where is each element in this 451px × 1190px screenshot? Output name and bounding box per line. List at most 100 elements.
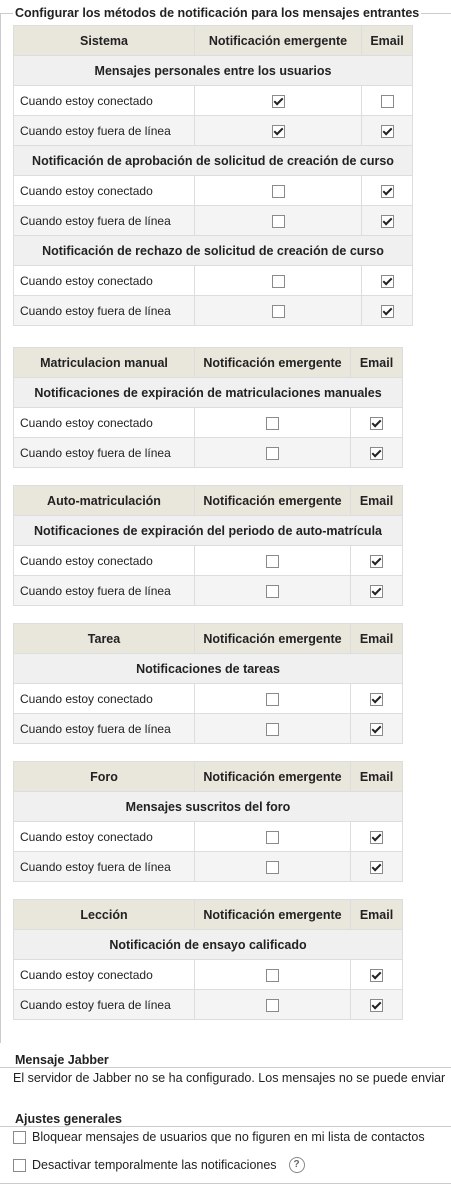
popup-cell xyxy=(194,205,362,236)
notification-table: Auto-matriculación Notificación emergente… xyxy=(13,485,403,606)
popup-offline-checkbox[interactable] xyxy=(266,998,279,1012)
message-type-title: Notificaciones de expiración del periodo… xyxy=(13,515,403,546)
table-row: Cuando estoy conectado xyxy=(13,407,403,438)
popup-offline-checkbox[interactable] xyxy=(266,584,279,598)
popup-online-checkbox[interactable] xyxy=(271,94,285,108)
table-row: Cuando estoy conectado xyxy=(13,85,413,116)
popup-offline-checkbox[interactable] xyxy=(266,860,279,874)
message-type-row: Notificaciones de tareas xyxy=(13,653,403,684)
email-offline-checkbox[interactable] xyxy=(370,722,383,736)
provider-header: Sistema xyxy=(13,25,195,56)
popup-cell xyxy=(194,437,351,468)
state-label: Cuando estoy fuera de línea xyxy=(13,437,195,468)
popup-cell xyxy=(194,959,351,990)
message-type-title: Notificaciones de expiración de matricul… xyxy=(13,377,403,408)
popup-offline-checkbox[interactable] xyxy=(271,124,285,138)
table-header-row: Auto-matriculación Notificación emergente… xyxy=(13,485,403,516)
fieldset-border-left xyxy=(0,13,1,1043)
popup-offline-checkbox[interactable] xyxy=(266,722,279,736)
email-column-header: Email xyxy=(350,761,403,792)
popup-column-header: Notificación emergente xyxy=(194,899,351,930)
state-label: Cuando estoy conectado xyxy=(13,407,195,438)
email-offline-checkbox[interactable] xyxy=(370,446,383,460)
email-online-checkbox[interactable] xyxy=(380,184,394,198)
provider-header: Foro xyxy=(13,761,195,792)
email-column-header: Email xyxy=(350,347,403,378)
popup-column-header: Notificación emergente xyxy=(194,25,362,56)
popup-online-checkbox[interactable] xyxy=(266,692,279,706)
popup-online-checkbox[interactable] xyxy=(266,554,279,568)
email-offline-checkbox[interactable] xyxy=(380,214,394,228)
disable-notifications-option: Desactivar temporalmente las notificacio… xyxy=(13,1157,305,1173)
provider-header: Matriculacion manual xyxy=(13,347,195,378)
state-label: Cuando estoy fuera de línea xyxy=(13,575,195,606)
email-online-checkbox[interactable] xyxy=(370,968,383,982)
notification-table: Tarea Notificación emergente Email Notifica… xyxy=(13,623,403,744)
email-cell xyxy=(350,407,403,438)
popup-offline-checkbox[interactable] xyxy=(266,446,279,460)
popup-online-checkbox[interactable] xyxy=(271,184,285,198)
table-row: Cuando estoy conectado xyxy=(13,821,403,852)
popup-online-checkbox[interactable] xyxy=(266,968,279,982)
email-cell xyxy=(350,821,403,852)
popup-online-checkbox[interactable] xyxy=(271,274,285,288)
email-offline-checkbox[interactable] xyxy=(370,584,383,598)
email-cell xyxy=(350,683,403,714)
popup-online-checkbox[interactable] xyxy=(266,416,279,430)
state-label: Cuando estoy fuera de línea xyxy=(13,205,195,236)
provider-header: Lección xyxy=(13,899,195,930)
table-header-row: Sistema Notificación emergente Email xyxy=(13,25,413,56)
email-column-header: Email xyxy=(350,899,403,930)
state-label: Cuando estoy fuera de línea xyxy=(13,295,195,326)
state-label: Cuando estoy conectado xyxy=(13,821,195,852)
state-label: Cuando estoy fuera de línea xyxy=(13,713,195,744)
table-header-row: Foro Notificación emergente Email xyxy=(13,761,403,792)
block-unknown-option: Bloquear mensajes de usuarios que no fig… xyxy=(13,1130,425,1144)
table-row: Cuando estoy fuera de línea xyxy=(13,713,403,744)
state-label: Cuando estoy conectado xyxy=(13,85,195,116)
disable-notifications-checkbox[interactable] xyxy=(13,1158,26,1172)
email-online-checkbox[interactable] xyxy=(370,692,383,706)
notification-table: Sistema Notificación emergente Email Mensaj… xyxy=(13,25,413,326)
email-offline-checkbox[interactable] xyxy=(370,860,383,874)
message-type-row: Mensajes suscritos del foro xyxy=(13,791,403,822)
table-row: Cuando estoy fuera de línea xyxy=(13,115,413,146)
email-cell xyxy=(361,85,413,116)
email-column-header: Email xyxy=(350,485,403,516)
jabber-divider xyxy=(0,1067,451,1068)
email-column-header: Email xyxy=(361,25,413,56)
popup-online-checkbox[interactable] xyxy=(266,830,279,844)
table-row: Cuando estoy fuera de línea xyxy=(13,437,403,468)
state-label: Cuando estoy conectado xyxy=(13,959,195,990)
jabber-message: El servidor de Jabber no se ha configura… xyxy=(13,1071,446,1085)
help-icon[interactable]: ? xyxy=(288,1157,305,1173)
email-offline-checkbox[interactable] xyxy=(370,998,383,1012)
popup-offline-checkbox[interactable] xyxy=(271,304,285,318)
table-header-row: Matriculacion manual Notificación emergen… xyxy=(13,347,403,378)
state-label: Cuando estoy fuera de línea xyxy=(13,989,195,1020)
email-online-checkbox[interactable] xyxy=(370,830,383,844)
email-online-checkbox[interactable] xyxy=(370,554,383,568)
email-online-checkbox[interactable] xyxy=(380,94,394,108)
email-online-checkbox[interactable] xyxy=(370,416,383,430)
popup-cell xyxy=(194,821,351,852)
email-cell xyxy=(350,713,403,744)
email-offline-checkbox[interactable] xyxy=(380,124,394,138)
disable-notifications-label: Desactivar temporalmente las notificacio… xyxy=(32,1158,277,1172)
message-type-title: Mensajes suscritos del foro xyxy=(13,791,403,822)
popup-cell xyxy=(194,989,351,1020)
email-cell xyxy=(350,575,403,606)
table-row: Cuando estoy fuera de línea xyxy=(13,205,413,236)
general-divider xyxy=(0,1126,451,1127)
state-label: Cuando estoy conectado xyxy=(13,545,195,576)
email-offline-checkbox[interactable] xyxy=(380,304,394,318)
email-online-checkbox[interactable] xyxy=(380,274,394,288)
table-row: Cuando estoy fuera de línea xyxy=(13,295,413,326)
state-label: Cuando estoy fuera de línea xyxy=(13,851,195,882)
message-type-title: Notificación de rechazo de solicitud de … xyxy=(13,235,413,266)
jabber-legend: Mensaje Jabber xyxy=(13,1053,111,1067)
popup-cell xyxy=(194,683,351,714)
block-unknown-checkbox[interactable] xyxy=(13,1130,26,1144)
popup-cell xyxy=(194,295,362,326)
popup-offline-checkbox[interactable] xyxy=(271,214,285,228)
